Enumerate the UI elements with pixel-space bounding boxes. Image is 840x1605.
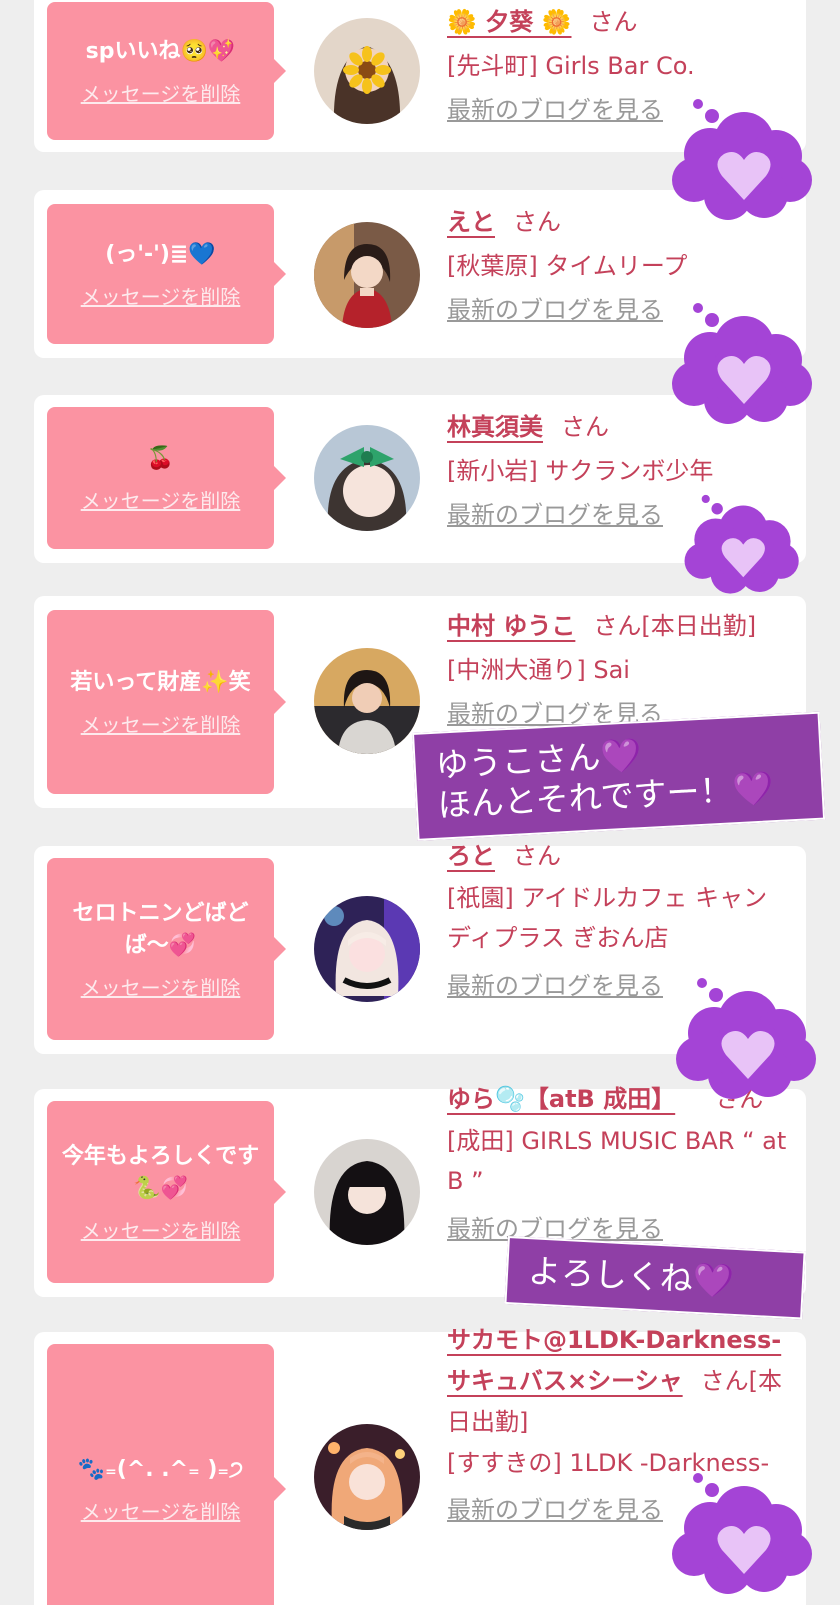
san-label: さん	[513, 842, 561, 870]
san-label: さん	[593, 612, 642, 640]
avatar[interactable]	[314, 1139, 420, 1245]
heart-cloud-icon	[672, 1473, 812, 1594]
working-today-label: [本日出勤]	[641, 612, 757, 640]
message-bubble: セロトニンどばどば〜💞 メッセージを削除	[47, 858, 286, 1040]
delete-message-link[interactable]: メッセージを削除	[81, 281, 241, 310]
delete-message-link[interactable]: メッセージを削除	[81, 1215, 241, 1244]
delete-message-link[interactable]: メッセージを削除	[81, 709, 241, 738]
cast-info: ゆら🫧【atB 成田】 さん [成田] GIRLS MUSIC BAR “ at …	[447, 1077, 788, 1251]
heart-cloud-icon	[672, 99, 812, 220]
message-bubble: 🍒 メッセージを削除	[47, 407, 286, 549]
avatar[interactable]	[314, 648, 420, 754]
shop-text: [先斗町] Girls Bar Co.	[447, 52, 695, 80]
message-bubble: (っ'-')≣💙 メッセージを削除	[47, 204, 286, 344]
cast-name-link[interactable]: ゆら🫧【atB 成田】	[447, 1085, 675, 1113]
delete-message-link[interactable]: メッセージを削除	[81, 1496, 241, 1525]
message-text: 🐾₌(^. .^₌ )₌੭	[77, 1456, 244, 1482]
message-text: spいいね🥺💖	[85, 38, 236, 64]
shop-text: [中洲大通り] Sai	[447, 656, 630, 684]
heart-cloud-icon	[676, 978, 816, 1099]
message-text: 🍒	[146, 445, 175, 471]
message-text: セロトニンどばどば〜💞	[72, 900, 249, 958]
avatar[interactable]	[314, 896, 420, 1002]
reply-sticker: ゆうこさん💜 ほんとそれですー！💜	[412, 711, 826, 841]
message-bubble: 若いって財産✨笑 メッセージを削除	[47, 610, 286, 794]
shop-text: [秋葉原] タイムリープ	[447, 252, 688, 280]
avatar[interactable]	[314, 18, 420, 124]
shop-text: [新小岩] サクランボ少年	[447, 457, 714, 485]
sticker-line: よろしくね💜	[527, 1251, 736, 1301]
delete-message-link[interactable]: メッセージを削除	[81, 485, 241, 514]
message-bubble: spいいね🥺💖 メッセージを削除	[47, 2, 286, 140]
san-label: さん	[561, 413, 609, 441]
cast-name-link[interactable]: えと	[447, 208, 495, 236]
avatar[interactable]	[314, 222, 420, 328]
heart-cloud-icon	[684, 494, 799, 594]
cast-name-link[interactable]: ろと	[447, 842, 495, 870]
avatar[interactable]	[314, 1424, 420, 1530]
cast-name-link[interactable]: 中村 ゆうこ	[447, 612, 575, 640]
message-bubble: 🐾₌(^. .^₌ )₌੭ メッセージを削除	[47, 1344, 286, 1605]
san-label: さん	[513, 208, 561, 236]
reply-sticker: よろしくね💜	[504, 1236, 806, 1320]
delete-message-link[interactable]: メッセージを削除	[81, 972, 241, 1001]
cast-name-link[interactable]: 林真須美	[447, 413, 543, 441]
avatar[interactable]	[314, 425, 420, 531]
san-label: さん	[700, 1367, 749, 1395]
message-text: (っ'-')≣💙	[105, 241, 216, 267]
heart-cloud-icon	[672, 303, 812, 424]
delete-message-link[interactable]: メッセージを削除	[81, 78, 241, 107]
message-bubble: 今年もよろしくです🐍💞 メッセージを削除	[47, 1101, 286, 1283]
shop-text: [成田] GIRLS MUSIC BAR “ at B ”	[447, 1127, 787, 1195]
shop-text: [祇園] アイドルカフェ キャンディプラス ぎおん店	[447, 884, 768, 952]
message-text: 若いって財産✨笑	[70, 669, 251, 695]
san-label: さん	[589, 8, 638, 36]
cast-name-link[interactable]: 🌼 夕葵 🌼	[447, 8, 571, 36]
message-text: 今年もよろしくです🐍💞	[61, 1143, 260, 1201]
